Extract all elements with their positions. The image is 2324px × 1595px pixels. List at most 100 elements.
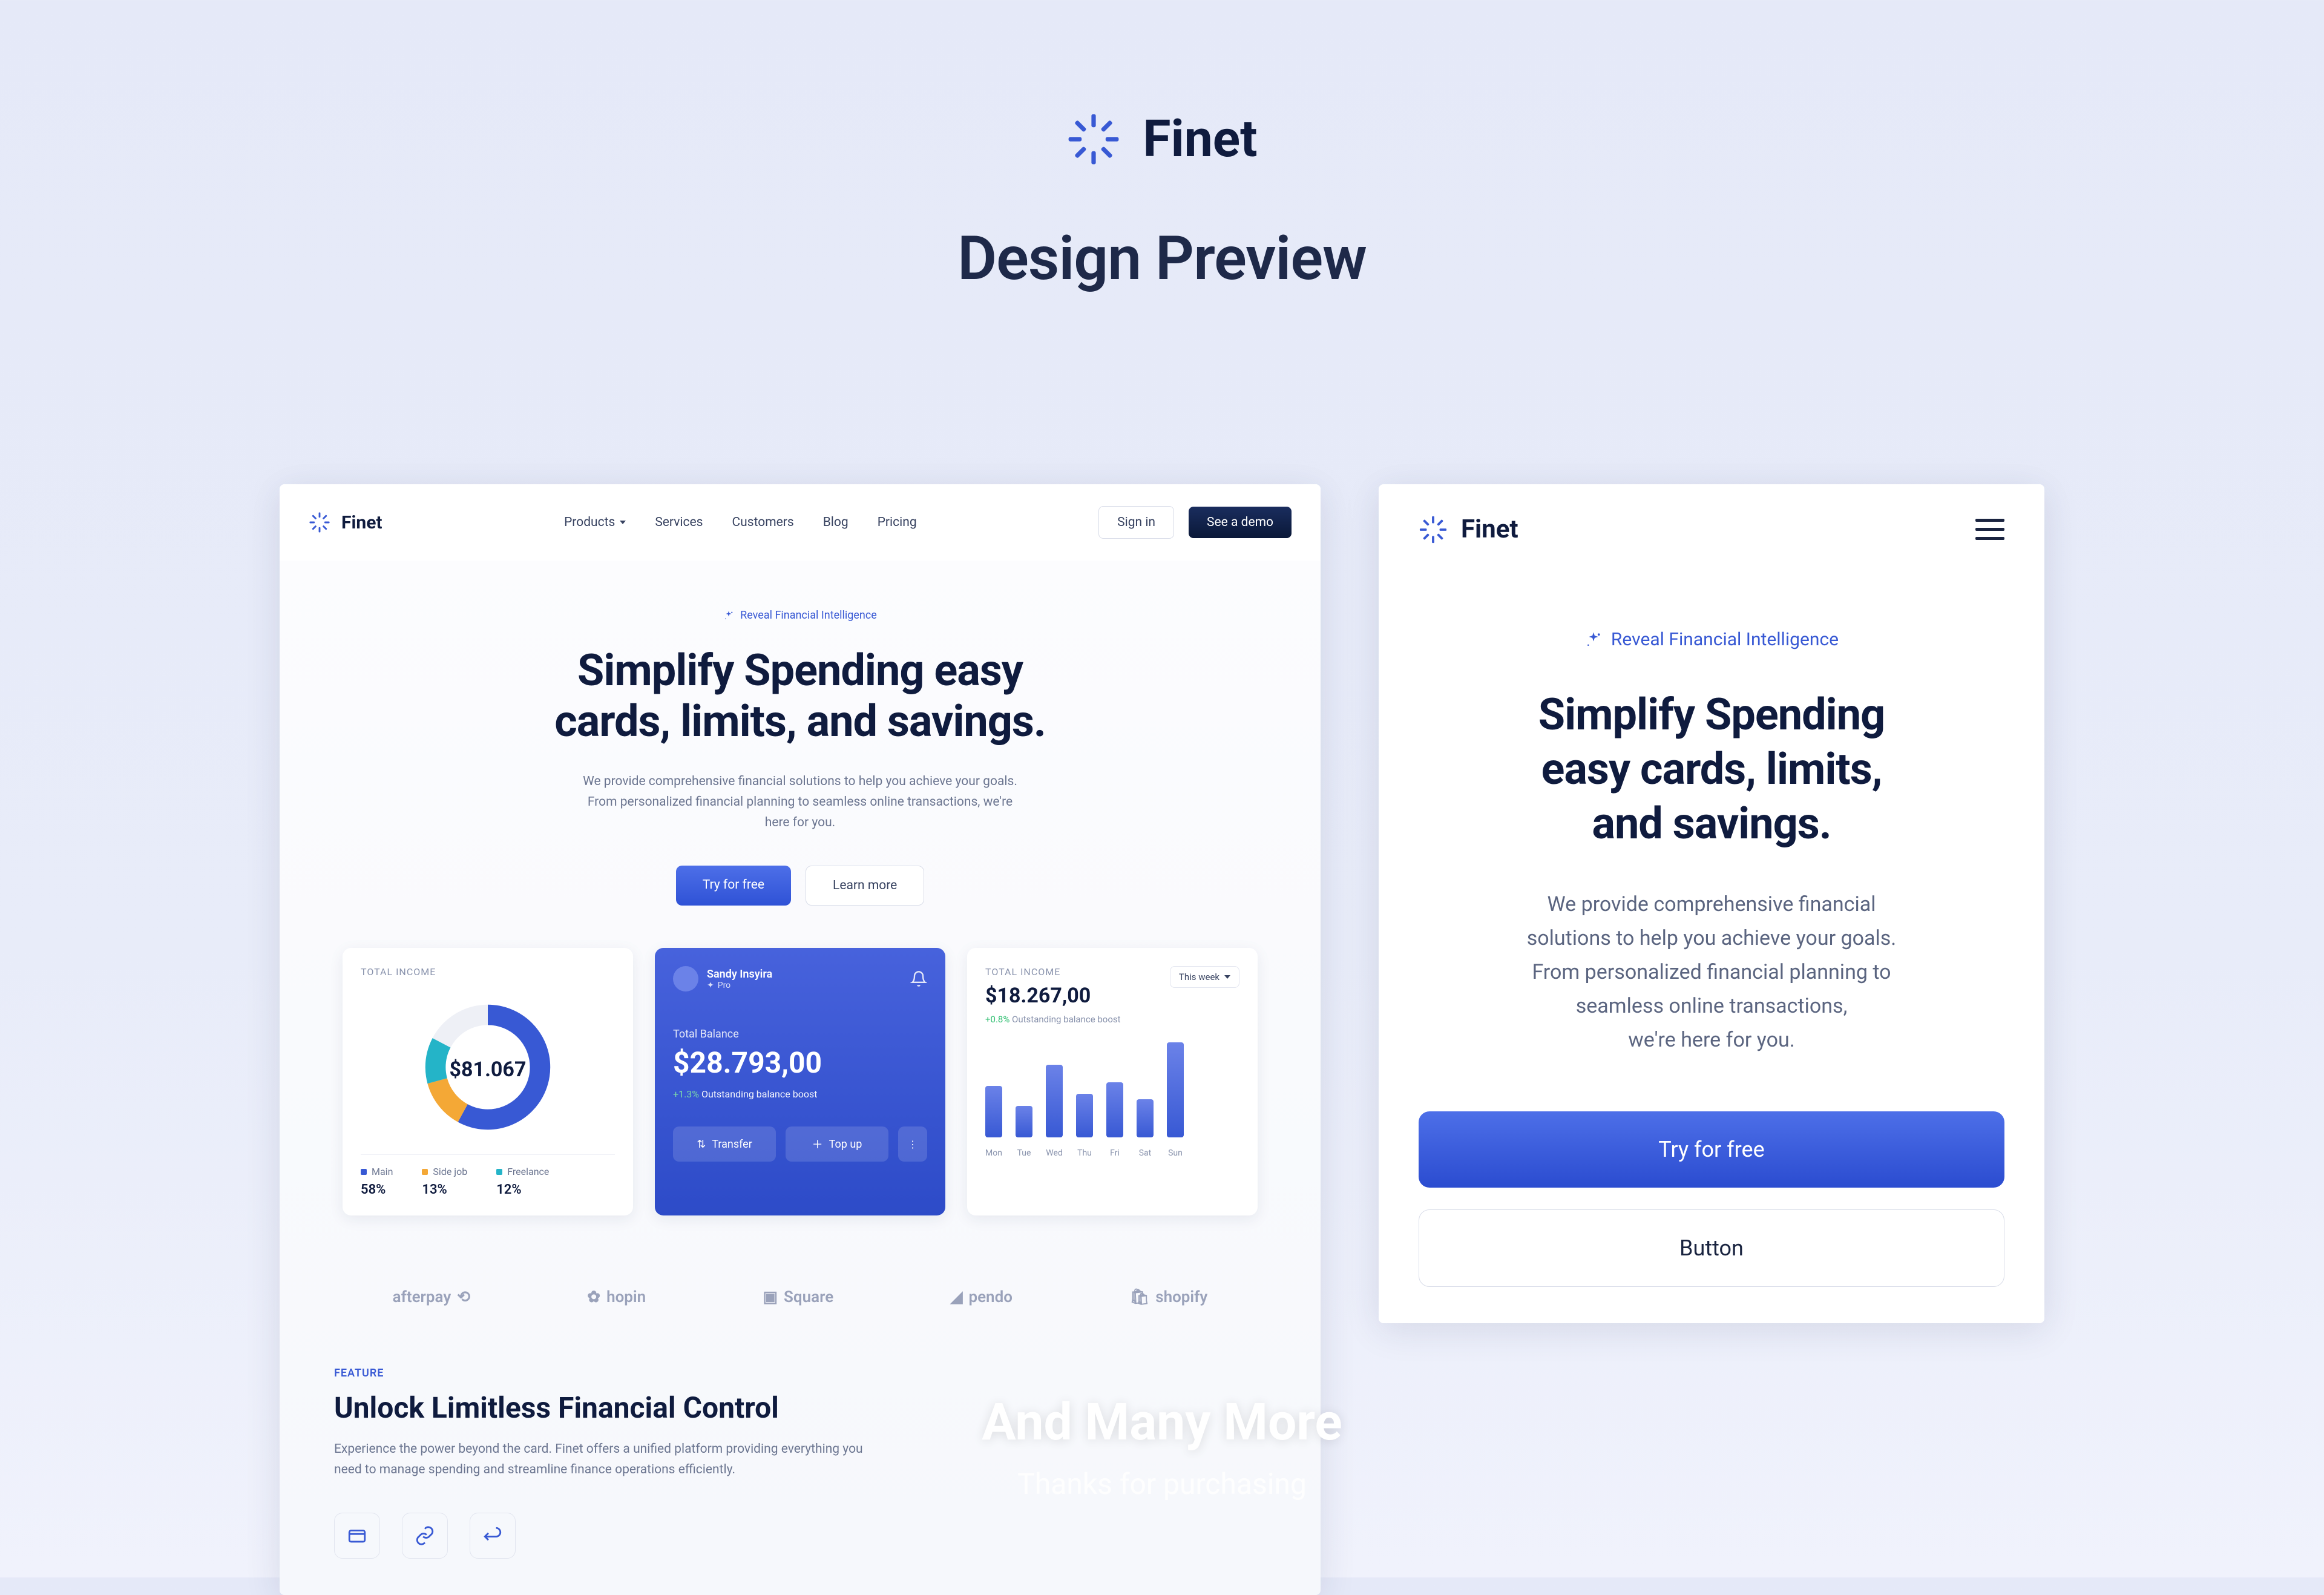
donut-value: $81.067: [450, 1057, 527, 1082]
tag-icon: ◢: [950, 1288, 962, 1306]
period-dropdown[interactable]: This week: [1170, 966, 1239, 988]
brand-logo-icon: [1419, 515, 1448, 544]
hamburger-line-icon: [1975, 528, 2004, 531]
bag-icon: 🛍: [1129, 1288, 1149, 1306]
bar-label: Fri: [1106, 1148, 1123, 1158]
hero-sub-line: seamless online transactions,: [1419, 989, 2004, 1023]
signin-button[interactable]: Sign in: [1098, 506, 1174, 539]
profile-badge: ✦Pro: [707, 981, 772, 990]
desktop-preview: Finet Products Services Customers Blog P…: [280, 484, 1321, 1595]
brand-logo-icon: [1066, 112, 1121, 166]
bar-label: Thu: [1076, 1148, 1093, 1158]
transfer-button[interactable]: ⇅Transfer: [673, 1126, 776, 1162]
delta-text: Outstanding balance boost: [1012, 1014, 1121, 1025]
partner-name: Square: [784, 1288, 833, 1306]
card-header: TOTAL INCOME $18.267,00 +0.8% Outstandin…: [985, 966, 1239, 1025]
avatar: [673, 966, 698, 992]
mobile-hero: Reveal Financial Intelligence Simplify S…: [1379, 574, 2044, 1057]
feature-section: FEATURE Unlock Limitless Financial Contr…: [280, 1355, 1321, 1595]
nav-item-label: Products: [564, 515, 615, 530]
legend-value: 13%: [422, 1182, 467, 1197]
hero-badge-text: Reveal Financial Intelligence: [740, 609, 877, 622]
nav-item-blog[interactable]: Blog: [823, 515, 849, 530]
brand-logo-icon: [309, 511, 330, 533]
topup-button[interactable]: ＋Top up: [786, 1126, 888, 1162]
donut-center-value: $81.067: [450, 1057, 527, 1082]
hero-subtitle: We provide comprehensive financial solut…: [582, 772, 1018, 833]
loop-icon: ⟲: [457, 1288, 470, 1306]
profile-badge-text: Pro: [718, 981, 730, 990]
more-button[interactable]: ⋮: [898, 1126, 927, 1162]
balance-label: Total Balance: [673, 1028, 927, 1041]
bar: [1016, 1106, 1032, 1137]
hero-sub-line: solutions to help you achieve your goals…: [1419, 921, 2004, 955]
legend-item: Freelance12%: [496, 1166, 549, 1197]
feature-link-icon[interactable]: [402, 1513, 448, 1559]
header: Finet Design Preview: [0, 0, 2324, 294]
transfer-icon: ⇅: [697, 1138, 706, 1151]
legend-name: Main: [372, 1166, 393, 1177]
hero-headline: Simplify Spending easy cards, limits, an…: [309, 645, 1292, 748]
dashboard-cards: TOTAL INCOME $81.067 Main 58% Side job13%: [280, 942, 1321, 1252]
hamburger-menu-button[interactable]: [1975, 519, 2004, 540]
learn-more-button[interactable]: Learn more: [806, 866, 924, 906]
delta-pct: +1.3%: [673, 1088, 699, 1100]
balance-value: $28.793,00: [673, 1045, 927, 1080]
button-label: Top up: [829, 1138, 862, 1151]
partner-logo-shopify: 🛍shopify: [1129, 1288, 1207, 1306]
sparkle-icon: [723, 610, 734, 621]
hero-headline-line: Simplify Spending easy: [309, 645, 1292, 697]
legend-dot-icon: [361, 1169, 367, 1175]
profile[interactable]: Sandy Insyira ✦Pro: [673, 966, 772, 992]
feature-icons-row: [334, 1513, 1266, 1559]
partner-name: afterpay: [393, 1288, 451, 1306]
hero-badge: Reveal Financial Intelligence: [1584, 629, 1839, 650]
bar-label: Tue: [1016, 1148, 1032, 1158]
legend-item: Side job13%: [422, 1166, 467, 1197]
hero-cta-row: Try for free Learn more: [309, 866, 1292, 906]
feature-card-icon[interactable]: [334, 1513, 380, 1559]
desktop-nav-brand[interactable]: Finet: [309, 511, 382, 533]
card-label: TOTAL INCOME: [985, 966, 1121, 978]
partner-logo-square: ▣Square: [763, 1288, 833, 1306]
nav-item-services[interactable]: Services: [655, 515, 703, 530]
desktop-nav-actions: Sign in See a demo: [1098, 506, 1292, 539]
mobile-nav-brand[interactable]: Finet: [1419, 515, 1518, 544]
legend-item: Main 58%: [361, 1166, 393, 1197]
balance-card-header: Sandy Insyira ✦Pro: [673, 966, 927, 992]
delta-text: Outstanding balance boost: [701, 1088, 817, 1100]
partner-name: hopin: [606, 1288, 646, 1306]
nav-item-products[interactable]: Products: [564, 515, 626, 530]
hamburger-line-icon: [1975, 537, 2004, 540]
chevron-down-icon: [620, 521, 626, 524]
period-label: This week: [1179, 972, 1219, 982]
bell-icon[interactable]: [910, 970, 927, 987]
hero-subtitle: We provide comprehensive financial solut…: [1419, 887, 2004, 1057]
bar: [1167, 1042, 1184, 1137]
see-demo-button[interactable]: See a demo: [1189, 507, 1292, 538]
legend-value: 58%: [361, 1182, 393, 1197]
bar: [1076, 1094, 1093, 1137]
gear-icon: ✿: [587, 1288, 600, 1306]
bar-label: Sat: [1137, 1148, 1154, 1158]
card-value: $18.267,00: [985, 984, 1121, 1008]
bar-label: Wed: [1046, 1148, 1063, 1158]
feature-transfer-icon[interactable]: [470, 1513, 516, 1559]
nav-item-customers[interactable]: Customers: [732, 515, 793, 530]
dots-vertical-icon: ⋮: [908, 1139, 917, 1150]
hero-headline-line: easy cards, limits,: [1419, 742, 2004, 797]
legend-name: Freelance: [507, 1166, 549, 1177]
partner-logo-hopin: ✿ hopin: [587, 1288, 646, 1306]
profile-name: Sandy Insyira: [707, 968, 772, 981]
feature-headline: Unlock Limitless Financial Control: [334, 1390, 1266, 1425]
desktop-hero: Reveal Financial Intelligence Simplify S…: [280, 561, 1321, 942]
nav-item-pricing[interactable]: Pricing: [878, 515, 917, 530]
feature-tag: FEATURE: [334, 1367, 1266, 1380]
try-for-free-button[interactable]: Try for free: [676, 866, 791, 906]
total-income-donut-card: TOTAL INCOME $81.067 Main58% Side job13%: [343, 948, 633, 1215]
hero-headline: Simplify Spending easy cards, limits, an…: [1419, 688, 2004, 851]
bar: [1106, 1082, 1123, 1138]
bar-label: Sun: [1167, 1148, 1184, 1158]
secondary-button[interactable]: Button: [1419, 1209, 2004, 1287]
try-for-free-button[interactable]: Try for free: [1419, 1111, 2004, 1188]
